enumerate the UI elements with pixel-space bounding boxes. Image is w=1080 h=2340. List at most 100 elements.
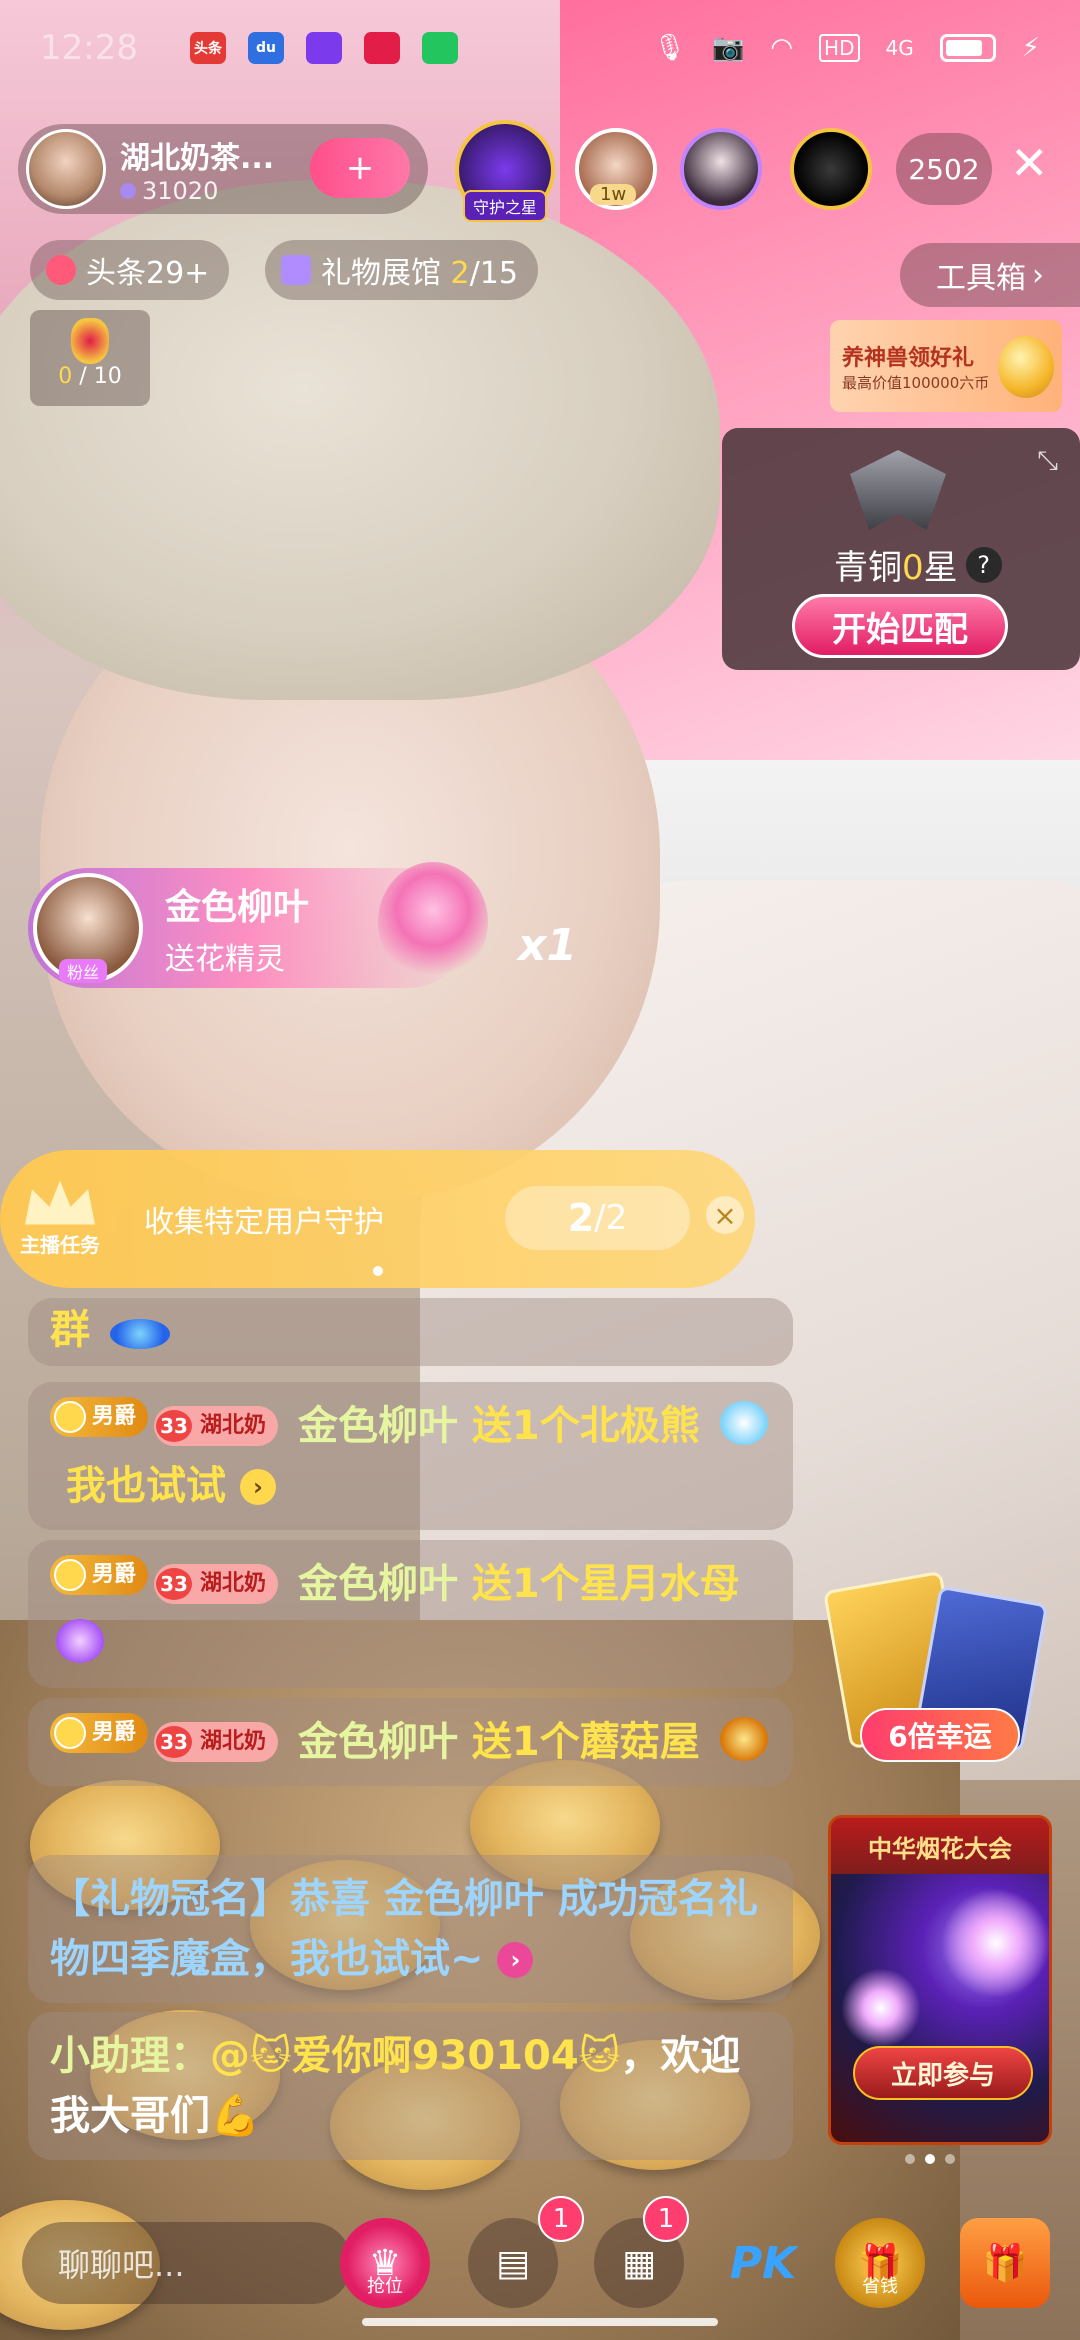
gift-button[interactable]: 🎁 — [960, 2218, 1050, 2308]
viewer-count-button[interactable]: 2502 — [896, 133, 992, 205]
host-task-icon: 主播任务 — [0, 1180, 120, 1258]
host-avatar[interactable] — [26, 129, 106, 209]
chevron-right-icon: › — [1032, 257, 1044, 293]
jellyfish-gift-icon — [56, 1619, 104, 1663]
gift-hall-total: /15 — [469, 256, 518, 291]
gift-goal-widget[interactable]: 0 / 10 — [30, 310, 150, 406]
crown-icon — [25, 1180, 95, 1225]
chat-message[interactable]: 群 — [28, 1298, 793, 1366]
try-it-link[interactable]: 我也试试 — [66, 1463, 226, 1509]
heart-level-icon: 33 — [156, 1726, 193, 1758]
gift-sender-name: 金色柳叶 — [165, 887, 310, 928]
chat-app-icon — [422, 32, 458, 64]
save-money-label: 省钱 — [862, 2276, 898, 2297]
charging-icon: ⚡ — [1021, 33, 1040, 63]
chat-message[interactable]: 男爵 33 湖北奶 金色柳叶 送1个星月水母 — [28, 1540, 793, 1688]
chat-input[interactable]: 聊聊吧... — [22, 2222, 352, 2304]
flame-icon — [46, 255, 76, 285]
flower-fairy-gift-icon — [378, 862, 488, 982]
gift-popup-texts: 金色柳叶 送花精灵 — [165, 878, 309, 978]
gift-combo-count: x1 — [518, 920, 577, 971]
firework-burst — [841, 1968, 921, 2048]
gift-icon — [109, 1319, 170, 1349]
toolbox-label: 工具箱 — [936, 261, 1026, 296]
heart-level-icon: 33 — [156, 1410, 193, 1442]
toutiao-app-icon: 头条 — [190, 32, 226, 64]
coin-icon — [54, 1401, 86, 1433]
mention-user[interactable]: @🐱爱你啊930104🐱 — [210, 2033, 620, 2079]
task-progress-total: /2 — [594, 1198, 628, 1238]
guard-star-label: 守护之星 — [462, 190, 547, 222]
messages-badge: 1 — [538, 2196, 584, 2242]
join-now-button[interactable]: 立即参与 — [853, 2046, 1033, 2100]
task-progress-current: 2 — [567, 1196, 595, 1240]
grab-seat-button[interactable]: ♛ 抢位 — [340, 2218, 430, 2308]
host-name: 湖北奶茶... — [120, 141, 275, 176]
polar-bear-gift-icon — [719, 1401, 768, 1445]
rank-stars: 0 — [902, 548, 924, 588]
beast-promo-banner[interactable]: 养神兽领好礼 最高价值100000六币 — [830, 320, 1062, 412]
gift-goal-total: / 10 — [72, 364, 122, 389]
battery-icon — [939, 34, 996, 62]
gift-goal-count: 0 / 10 — [30, 364, 150, 389]
chat-user-name[interactable]: 金色柳叶 — [298, 1719, 458, 1765]
lucky-cards-activity[interactable]: 6倍幸运 — [823, 1570, 1049, 1780]
gift-action: 送花精灵 — [165, 942, 285, 977]
video-app-icon — [306, 32, 342, 64]
sender-avatar[interactable]: 粉丝 — [33, 873, 143, 983]
chat-gift-action: 送1个北极熊 — [457, 1403, 700, 1449]
chat-message-text: 群 — [50, 1307, 90, 1353]
fan-tag: 粉丝 — [59, 959, 108, 983]
close-icon[interactable]: ✕ — [1010, 140, 1049, 186]
fan-club-name: 湖北奶 — [200, 1571, 267, 1596]
notification-app-icons: 头条 du — [190, 32, 458, 64]
pk-button[interactable]: PK — [718, 2218, 808, 2308]
follow-button[interactable]: + — [310, 138, 410, 198]
expand-icon[interactable]: ⤡ — [1037, 446, 1058, 477]
status-indicators: 🎙 📷 ◠ HD 4G ⚡ — [653, 33, 1040, 63]
gift-box-icon — [281, 255, 311, 285]
chat-message[interactable]: 男爵 33 湖北奶 金色柳叶 送1个蘑菇屋 — [28, 1698, 793, 1786]
fan-club-name: 湖北奶 — [200, 1413, 267, 1438]
chat-message[interactable]: 【礼物冠名】恭喜 金色柳叶 成功冠名礼物四季魔盒，我也试试~ › — [28, 1855, 793, 2003]
rank-badge: 男爵 — [50, 1713, 149, 1753]
guard-star-badge[interactable]: 守护之星 — [455, 120, 555, 222]
rank-badge: 男爵 — [50, 1555, 149, 1595]
chevron-right-icon[interactable]: › — [497, 1942, 534, 1978]
microphone-icon: 🎙 — [652, 33, 686, 63]
rank-badge-label: 男爵 — [92, 1720, 137, 1745]
chat-message[interactable]: 小助理：@🐱爱你啊930104🐱，欢迎我大哥们💪 — [28, 2012, 793, 2160]
chat-message[interactable]: 男爵 33 湖北奶 金色柳叶 送1个北极熊 我也试试 › — [28, 1382, 793, 1530]
gift-hall-label: 礼物展馆 2/15 — [321, 248, 518, 292]
headline-chip[interactable]: 头条29+ — [30, 240, 230, 300]
home-indicator — [362, 2318, 718, 2326]
fireworks-event-banner[interactable]: 中华烟花大会 立即参与 — [828, 1815, 1052, 2145]
gift-hall-chip[interactable]: 礼物展馆 2/15 — [265, 240, 538, 300]
fan-club-badge: 33 湖北奶 — [154, 1564, 279, 1604]
hd-icon: HD — [819, 34, 860, 62]
grid-icon: ▦ — [621, 2242, 656, 2284]
gift-notification-popup: 粉丝 金色柳叶 送花精灵 — [28, 862, 488, 988]
rank-stars-unit: 星 — [923, 548, 958, 588]
help-icon[interactable]: ? — [965, 546, 1002, 583]
pager-dot — [945, 2154, 955, 2164]
gift-icon: 🎁 — [982, 2243, 1028, 2284]
fans-icon — [120, 183, 136, 199]
host-info: 湖北奶茶... 31020 — [120, 133, 274, 205]
start-match-button[interactable]: 开始匹配 — [792, 594, 1008, 658]
wifi-icon: ◠ — [770, 33, 794, 63]
host-task-label: 主播任务 — [20, 1232, 100, 1257]
top-viewer-avatar[interactable] — [680, 128, 762, 210]
toolbox-button[interactable]: 工具箱 › — [900, 243, 1080, 307]
rank-badge-label: 男爵 — [92, 1562, 137, 1587]
apps-badge: 1 — [643, 2196, 689, 2242]
pager-dot — [905, 2154, 915, 2164]
headline-label: 头条29+ — [86, 256, 210, 291]
chat-user-name[interactable]: 金色柳叶 — [298, 1403, 458, 1449]
save-money-button[interactable]: 🎁 省钱 — [835, 2218, 925, 2308]
activity-pager — [905, 2154, 955, 2164]
chat-user-name[interactable]: 金色柳叶 — [298, 1561, 458, 1607]
close-icon[interactable]: × — [706, 1196, 744, 1234]
chevron-right-icon[interactable]: › — [239, 1469, 276, 1505]
top-viewer-avatar[interactable] — [790, 128, 872, 210]
